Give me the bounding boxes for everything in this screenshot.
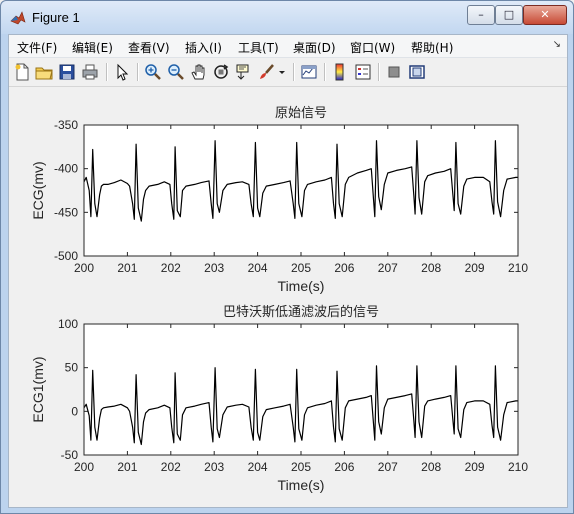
open-file-icon[interactable] — [34, 62, 54, 82]
y-axis-label: ECG1(mv) — [30, 356, 46, 422]
brush-dropdown-icon[interactable] — [277, 62, 287, 82]
close-button[interactable]: ✕ — [523, 5, 567, 25]
x-tick-label: 210 — [508, 261, 528, 275]
x-tick-label: 208 — [421, 460, 441, 474]
zoom-in-icon[interactable] — [143, 62, 163, 82]
x-tick-label: 210 — [508, 460, 528, 474]
figure-toolbar — [9, 58, 567, 87]
x-tick-label: 204 — [248, 460, 268, 474]
x-axis-label: Time(s) — [278, 278, 325, 294]
chart-title: 原始信号 — [275, 106, 327, 121]
x-tick-label: 200 — [74, 460, 94, 474]
figure-plots: 200 201 202 203 204 205 206 207 208 209 210 -350 -40… — [30, 106, 528, 493]
chart-title: 巴特沃斯低通滤波后的信号 — [223, 304, 379, 320]
figure-window: Figure 1 – □ ✕ 文件(F) 编辑(E) 查看(V) 插入(I) 工… — [0, 0, 574, 514]
y-tick-label: 0 — [71, 404, 78, 418]
matlab-logo-icon — [10, 10, 26, 26]
x-tick-label: 207 — [378, 460, 398, 474]
x-tick-label: 204 — [248, 261, 268, 275]
menu-help[interactable]: 帮助(H) — [411, 39, 453, 56]
print-icon[interactable] — [80, 62, 100, 82]
x-tick-label: 209 — [465, 460, 485, 474]
figure-client-area: 文件(F) 编辑(E) 查看(V) 插入(I) 工具(T) 桌面(D) 窗口(W… — [8, 34, 568, 508]
x-tick-label: 203 — [204, 261, 224, 275]
menu-edit[interactable]: 编辑(E) — [72, 39, 113, 56]
rotate-3d-icon[interactable] — [211, 62, 231, 82]
brush-icon[interactable] — [257, 62, 277, 82]
legend-icon[interactable] — [353, 62, 373, 82]
menu-desktop[interactable]: 桌面(D) — [293, 39, 336, 56]
x-tick-label: 208 — [421, 261, 441, 275]
minimize-button[interactable]: – — [467, 5, 495, 25]
menu-insert[interactable]: 插入(I) — [185, 39, 222, 56]
x-tick-label: 206 — [334, 261, 354, 275]
arrow-select-icon[interactable] — [112, 62, 132, 82]
y-tick-label: -400 — [54, 162, 78, 176]
y-tick-label: 50 — [65, 361, 79, 375]
menu-view[interactable]: 查看(V) — [128, 39, 170, 56]
x-tick-label: 202 — [161, 261, 181, 275]
title-bar[interactable]: Figure 1 – □ ✕ — [1, 1, 573, 34]
x-tick-label: 201 — [117, 261, 137, 275]
chevron-down-icon[interactable]: ↘ — [553, 39, 561, 50]
colorbar-icon[interactable] — [330, 62, 350, 82]
y-tick-label: -50 — [61, 448, 79, 462]
link-plot-icon[interactable] — [299, 62, 319, 82]
y-axis-label: ECG(mv) — [30, 161, 46, 219]
show-plot-tools-icon[interactable] — [407, 62, 427, 82]
menu-bar: 文件(F) 编辑(E) 查看(V) 插入(I) 工具(T) 桌面(D) 窗口(W… — [9, 35, 567, 58]
x-tick-label: 201 — [117, 460, 137, 474]
menu-tools[interactable]: 工具(T) — [238, 39, 279, 56]
maximize-button[interactable]: □ — [495, 5, 523, 25]
x-tick-label: 200 — [74, 261, 94, 275]
y-tick-label: -450 — [54, 205, 78, 219]
y-tick-label: -500 — [54, 249, 78, 263]
menu-window[interactable]: 窗口(W) — [350, 39, 395, 56]
save-icon[interactable] — [57, 62, 77, 82]
x-tick-label: 209 — [465, 261, 485, 275]
x-tick-label: 203 — [204, 460, 224, 474]
x-tick-label: 207 — [378, 261, 398, 275]
x-tick-label: 205 — [291, 261, 311, 275]
pan-hand-icon[interactable] — [189, 62, 209, 82]
x-tick-label: 202 — [161, 460, 181, 474]
data-cursor-icon[interactable] — [234, 62, 254, 82]
new-figure-icon[interactable] — [12, 62, 32, 82]
y-tick-label: -350 — [54, 118, 78, 132]
x-axis-label: Time(s) — [278, 477, 325, 493]
hide-plot-tools-icon[interactable] — [384, 62, 404, 82]
x-tick-label: 206 — [334, 460, 354, 474]
window-title: Figure 1 — [32, 10, 80, 25]
zoom-out-icon[interactable] — [166, 62, 186, 82]
figure-canvas: 200 201 202 203 204 205 206 207 208 209 210 -350 -40… — [9, 87, 567, 507]
menu-file[interactable]: 文件(F) — [17, 39, 57, 56]
x-tick-label: 205 — [291, 460, 311, 474]
y-tick-label: 100 — [58, 317, 78, 331]
